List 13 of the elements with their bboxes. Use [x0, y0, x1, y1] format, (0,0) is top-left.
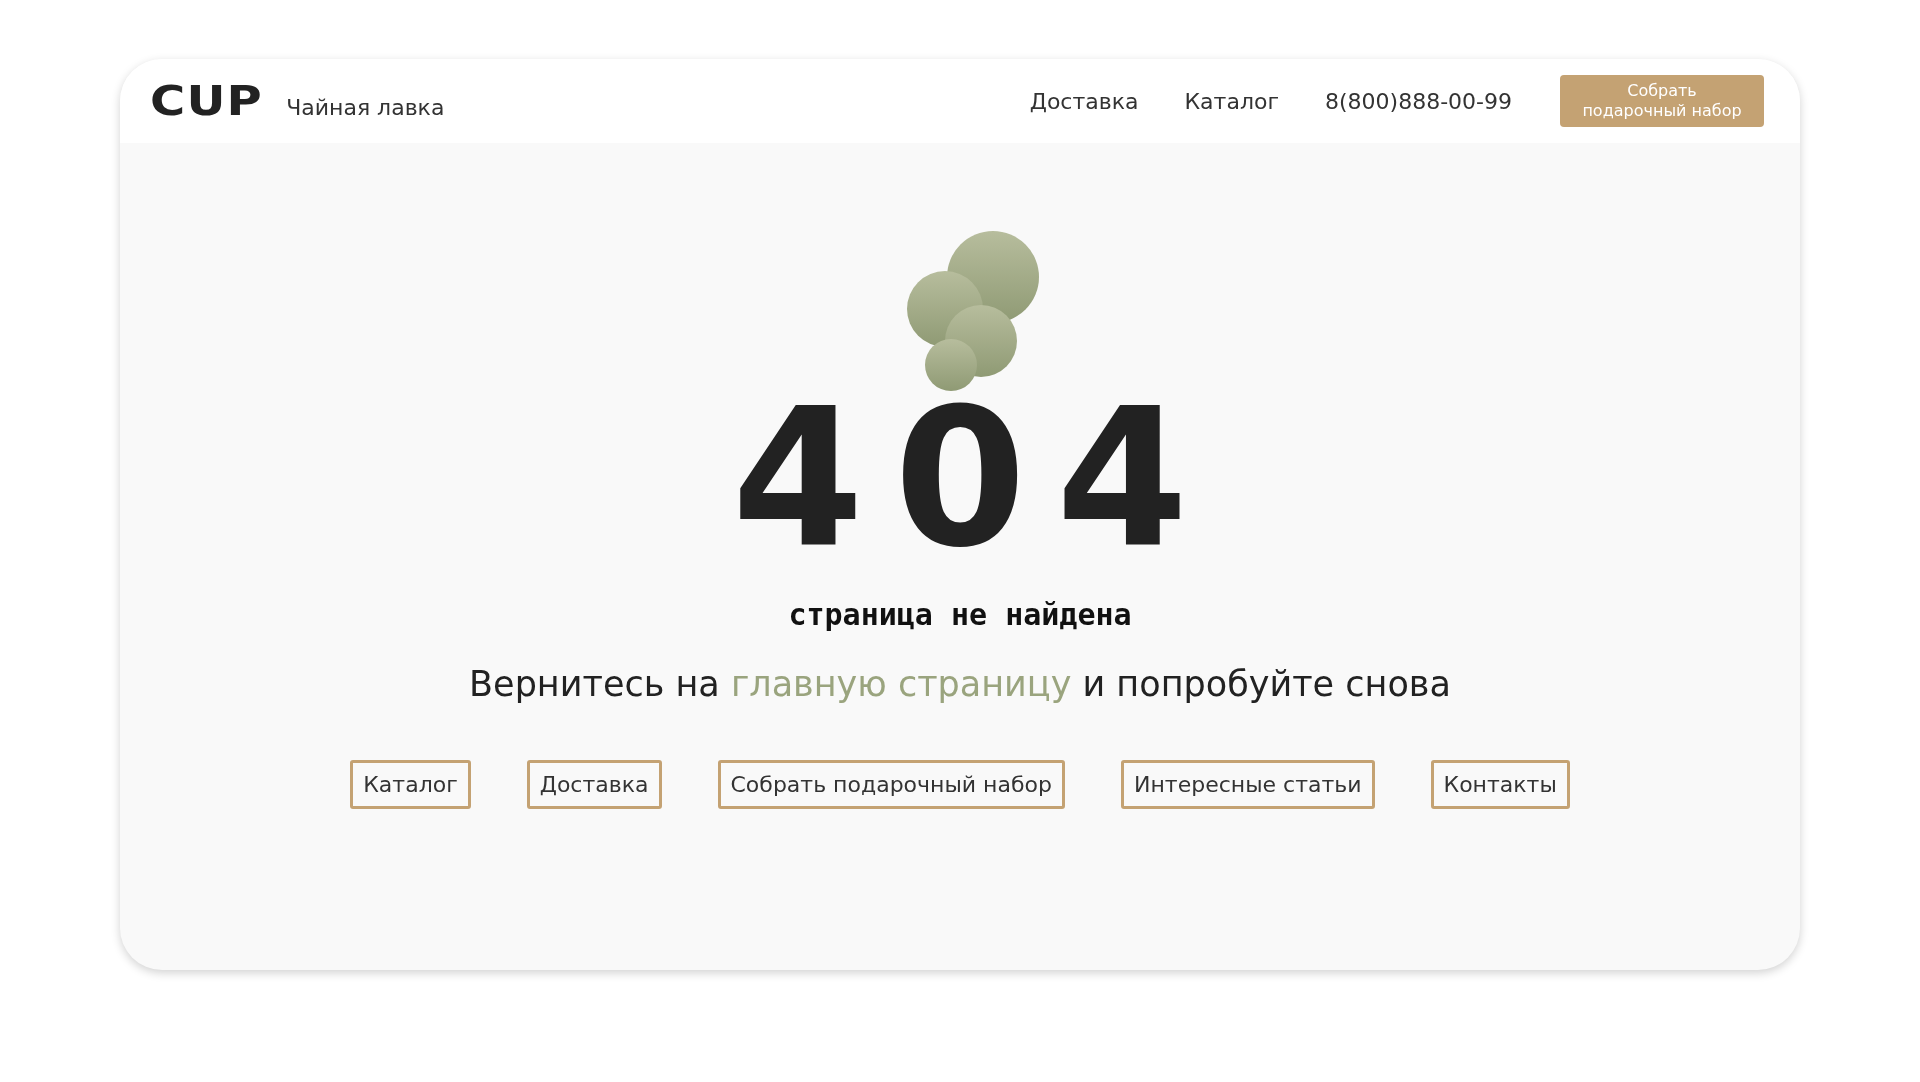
quick-link-button[interactable]: Интересные статьи [1121, 760, 1375, 809]
return-message: Вернитесь на главную страницу и попробуйте снова [469, 664, 1451, 704]
logo[interactable]: CUP [150, 78, 263, 124]
phone-link[interactable]: 8(800)888-00-99 [1325, 88, 1512, 114]
quick-link-button[interactable]: Доставка [526, 760, 662, 809]
quick-link-button[interactable]: Каталог [350, 760, 471, 809]
shop-name: Чайная лавка [286, 95, 445, 120]
quick-link-button[interactable]: Контакты [1430, 760, 1570, 809]
nav-link[interactable]: Каталог [1184, 88, 1279, 114]
quick-link-button[interactable]: Собрать подарочный набор [717, 760, 1065, 809]
error-code: 404 [730, 399, 1219, 559]
nav-link[interactable]: Доставка [1029, 88, 1139, 114]
error-title: страница не найдена [788, 597, 1132, 632]
